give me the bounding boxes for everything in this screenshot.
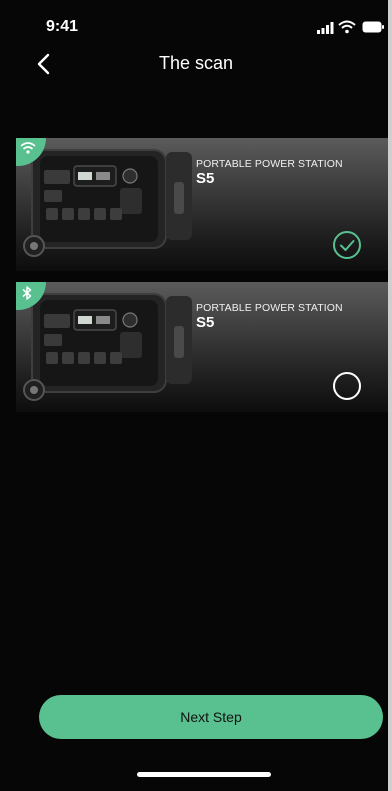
device-card[interactable]: PORTABLE POWER STATION S5 [16, 138, 388, 271]
screen-edge [388, 0, 392, 791]
status-bar: 9:41 [0, 0, 392, 40]
product-name: S5 [196, 170, 215, 187]
wifi-icon [20, 142, 36, 154]
wifi-icon [338, 20, 356, 34]
page-title: The scan [158, 53, 234, 73]
bluetooth-icon [22, 286, 32, 300]
product-type-label: PORTABLE POWER STATION [196, 158, 343, 170]
selected-check-icon[interactable] [332, 230, 362, 260]
next-step-button[interactable]: Next Step [39, 695, 383, 739]
battery-icon [362, 21, 384, 33]
nav-bar: The scan [0, 40, 392, 90]
product-type-label: PORTABLE POWER STATION [196, 302, 343, 314]
app-screen: 9:41 The scan PORTABLE POWER STATION S5 … [0, 0, 392, 791]
device-card[interactable]: PORTABLE POWER STATION S5 [16, 282, 388, 412]
signal-icon [317, 22, 334, 34]
status-time: 9:41 [46, 18, 79, 35]
unselected-radio-icon[interactable] [332, 371, 362, 401]
power-station-image [23, 293, 192, 401]
product-name: S5 [196, 314, 215, 331]
power-station-image [23, 149, 192, 257]
home-indicator[interactable] [137, 772, 271, 777]
